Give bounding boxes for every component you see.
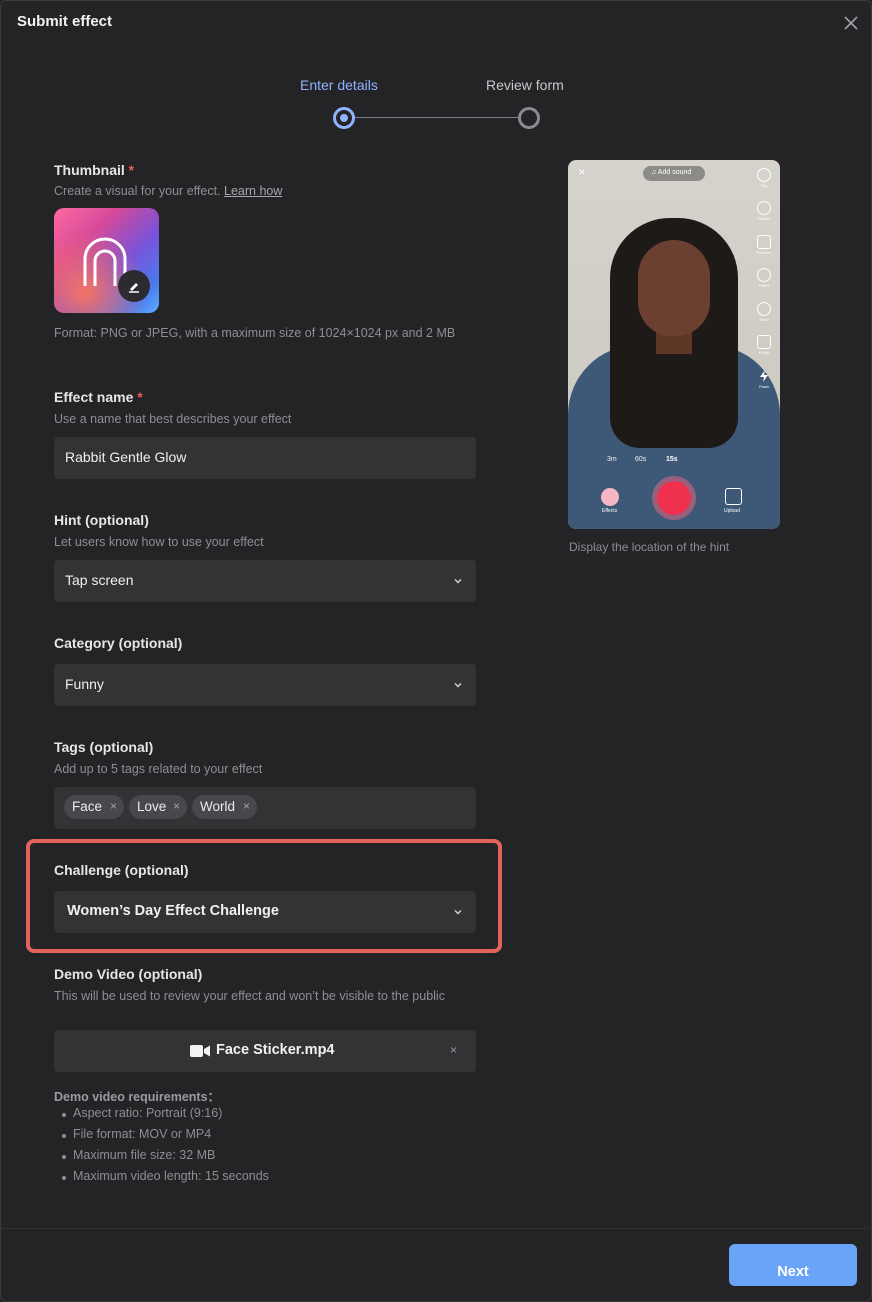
preview-close-icon: ✕ — [578, 167, 586, 177]
side-tool-label: Speed — [758, 216, 770, 221]
footer-divider — [1, 1228, 872, 1229]
flash-icon — [757, 369, 771, 383]
remove-video-icon[interactable]: × — [450, 1043, 457, 1057]
effects-label: Effects — [602, 508, 618, 514]
next-button[interactable]: Next — [729, 1244, 857, 1286]
chevron-down-icon — [454, 682, 462, 688]
side-tool-label: Timer — [758, 317, 770, 322]
duration-15s: 15s — [666, 456, 678, 463]
requirement-item: File format: MOV or MP4 — [62, 1127, 269, 1148]
tag-label: World — [200, 799, 236, 814]
effect-name-input[interactable]: Rabbit Gentle Glow — [54, 437, 476, 479]
demo-video-help: This will be used to review your effect … — [54, 989, 445, 1003]
hint-preview-image: ✕ ♫ Add sound Flip Speed Retouch Filters… — [568, 160, 780, 529]
side-tool-label: Flip — [760, 183, 768, 188]
tag-chip-face: Face × — [64, 795, 124, 819]
demo-video-requirements-list: Aspect ratio: Portrait (9:16) File forma… — [62, 1106, 269, 1190]
challenge-select[interactable]: Women’s Day Effect Challenge — [54, 891, 476, 933]
demo-video-requirements-title: Demo video requirements： — [54, 1090, 221, 1104]
close-icon[interactable] — [841, 13, 861, 33]
duration-60s: 60s — [635, 456, 647, 463]
hint-select[interactable]: Tap screen — [54, 560, 476, 602]
hint-label: Hint (optional) — [54, 512, 149, 528]
side-tool-label: Filters — [758, 283, 770, 288]
upload-label: Upload — [724, 508, 740, 514]
effect-name-label-text: Effect name — [54, 389, 134, 405]
demo-video-upload[interactable]: Face Sticker.mp4 × — [54, 1030, 476, 1072]
thumbnail-help: Create a visual for your effect. Learn h… — [54, 183, 282, 199]
preview-caption: Display the location of the hint — [569, 540, 730, 554]
demo-video-filename: Face Sticker.mp4 — [216, 1042, 335, 1058]
side-tool-label: Flash — [759, 384, 769, 389]
step-review-form: Review form — [486, 77, 564, 93]
timer-icon — [757, 302, 771, 316]
requirement-item: Maximum file size: 32 MB — [62, 1148, 269, 1169]
remove-tag-icon[interactable]: × — [110, 799, 117, 813]
challenge-value: Women’s Day Effect Challenge — [67, 903, 279, 919]
demo-video-label: Demo Video (optional) — [54, 966, 203, 982]
effect-name-label: Effect name * — [54, 389, 143, 405]
side-tool-label: Retouch — [756, 250, 772, 255]
tag-label: Face — [72, 799, 103, 814]
duration-3m: 3m — [607, 456, 617, 463]
requirement-item: Maximum video length: 15 seconds — [62, 1169, 269, 1190]
category-value: Funny — [65, 676, 104, 692]
side-tool-label: Photo — [758, 350, 770, 355]
hint-value: Tap screen — [65, 572, 134, 588]
thumbnail-label: Thumbnail * — [54, 162, 134, 178]
step-enter-details: Enter details — [300, 77, 378, 93]
upload-icon — [725, 488, 742, 505]
tag-chip-world: World × — [192, 795, 257, 819]
effect-name-help: Use a name that best describes your effe… — [54, 412, 292, 426]
remove-tag-icon[interactable]: × — [173, 799, 180, 813]
thumbnail-help-text: Create a visual for your effect. — [54, 184, 221, 198]
filters-icon — [757, 268, 771, 282]
video-camera-icon — [190, 1045, 210, 1057]
edit-thumbnail-button[interactable] — [118, 270, 150, 302]
step-dot-inactive — [518, 107, 540, 129]
tags-help: Add up to 5 tags related to your effect — [54, 762, 263, 776]
category-select[interactable]: Funny — [54, 664, 476, 706]
remove-tag-icon[interactable]: × — [243, 799, 250, 813]
chevron-down-icon — [454, 909, 462, 915]
tag-label: Love — [137, 799, 167, 814]
required-mark: * — [137, 389, 143, 405]
tag-chip-love: Love × — [129, 795, 187, 819]
category-label: Category (optional) — [54, 635, 183, 651]
flash-glyph-icon — [760, 370, 768, 382]
retouch-icon — [757, 235, 771, 249]
edit-pencil-icon — [129, 283, 139, 293]
stepper-line — [353, 117, 519, 118]
required-mark: * — [128, 162, 135, 178]
photo-icon — [757, 335, 771, 349]
requirement-item: Aspect ratio: Portrait (9:16) — [62, 1106, 269, 1127]
hint-help: Let users know how to use your effect — [54, 535, 264, 549]
dialog-title: Submit effect — [17, 13, 113, 30]
preview-add-sound: ♫ Add sound — [643, 166, 705, 181]
step-dot-active — [333, 107, 355, 129]
tags-label: Tags (optional) — [54, 739, 154, 755]
thumbnail-image[interactable] — [54, 208, 159, 313]
thumbnail-label-text: Thumbnail — [54, 162, 125, 178]
challenge-label: Challenge (optional) — [54, 862, 189, 878]
submit-effect-dialog: Submit effect Enter details Review form … — [0, 0, 872, 1302]
preview-person-face — [638, 240, 710, 336]
learn-how-link[interactable]: Learn how — [224, 184, 282, 198]
effect-name-value: Rabbit Gentle Glow — [65, 449, 187, 465]
speed-icon — [757, 201, 771, 215]
thumbnail-format-note: Format: PNG or JPEG, with a maximum size… — [54, 326, 456, 340]
chevron-down-icon — [454, 578, 462, 584]
record-button-icon — [657, 481, 691, 515]
flip-icon — [757, 168, 771, 182]
effects-icon — [601, 488, 619, 506]
